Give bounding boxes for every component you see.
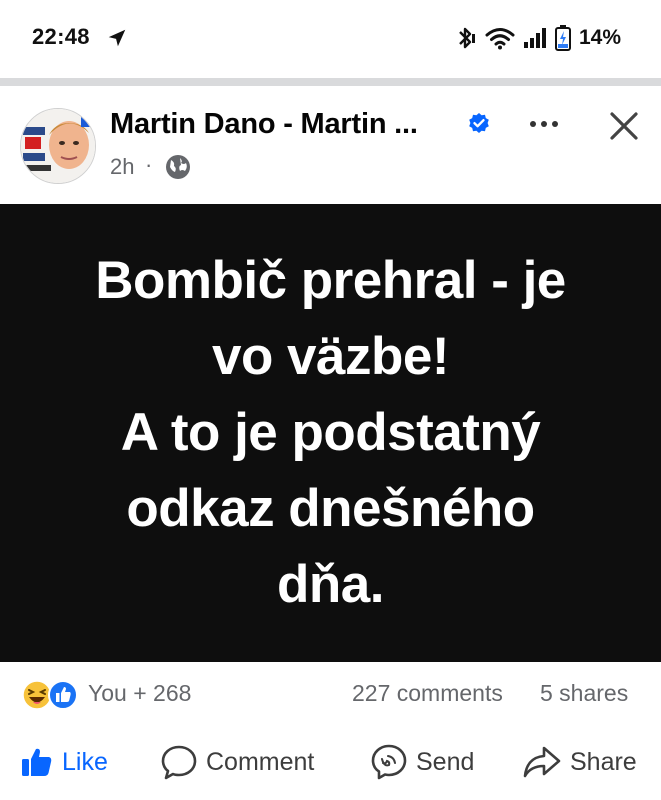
post-image-text: Bombič prehral - je vo väzbe! A to je po… [21,243,641,623]
post-timestamp[interactable]: 2h [110,154,134,180]
dot-icon [552,121,558,127]
comment-button[interactable]: Comment [160,740,314,784]
author-name[interactable]: Martin Dano - Martin ... [110,108,418,141]
battery-percentage: 14% [578,26,621,49]
more-options-button[interactable] [524,112,564,136]
comment-label: Comment [206,747,315,776]
dot-icon [530,121,536,127]
engagement-summary: You + 268 227 comments 5 shares [0,662,661,724]
status-icons: 14% [455,24,621,52]
verified-badge-icon [469,113,489,133]
like-button[interactable]: Like [20,740,108,784]
battery-charging-icon [554,25,571,51]
messenger-send-icon [371,744,407,780]
share-button[interactable]: Share [522,740,637,784]
share-arrow-icon [523,746,561,778]
send-button[interactable]: Send [370,740,474,784]
like-reaction-icon [48,680,78,710]
reaction-icons[interactable] [22,680,82,710]
post-text-line: Bombič prehral - je [95,251,566,310]
post-text-line: odkaz dnešného [126,479,535,538]
close-icon[interactable] [604,106,644,146]
bluetooth-icon [455,25,477,51]
comments-count[interactable]: 227 comments [352,680,503,707]
share-label: Share [570,747,637,776]
post-text-line: A to je podstatný [120,403,541,462]
avatar[interactable] [20,108,96,184]
globe-icon [166,155,190,179]
like-label: Like [62,747,108,776]
shares-count[interactable]: 5 shares [540,680,628,707]
post-image[interactable]: Bombič prehral - je vo väzbe! A to je po… [0,204,661,662]
post-header: Martin Dano - Martin ... 2h · [0,86,661,204]
status-time: 22:48 [32,24,90,49]
navigation-arrow-icon [108,29,126,47]
reactions-count[interactable]: You + 268 [88,680,191,707]
wifi-icon [485,26,515,50]
post-text-line: dňa. [277,555,384,614]
divider [0,78,661,86]
post-text-line: vo väzbe! [211,327,450,386]
signal-icon [523,27,547,49]
separator-dot: · [145,152,153,177]
action-bar: Like Comment Send Share [0,724,661,800]
send-label: Send [416,747,475,776]
dot-icon [541,121,547,127]
comment-bubble-icon [161,745,197,780]
status-bar: 22:48 14% [0,0,661,78]
thumbs-up-icon [22,748,52,776]
